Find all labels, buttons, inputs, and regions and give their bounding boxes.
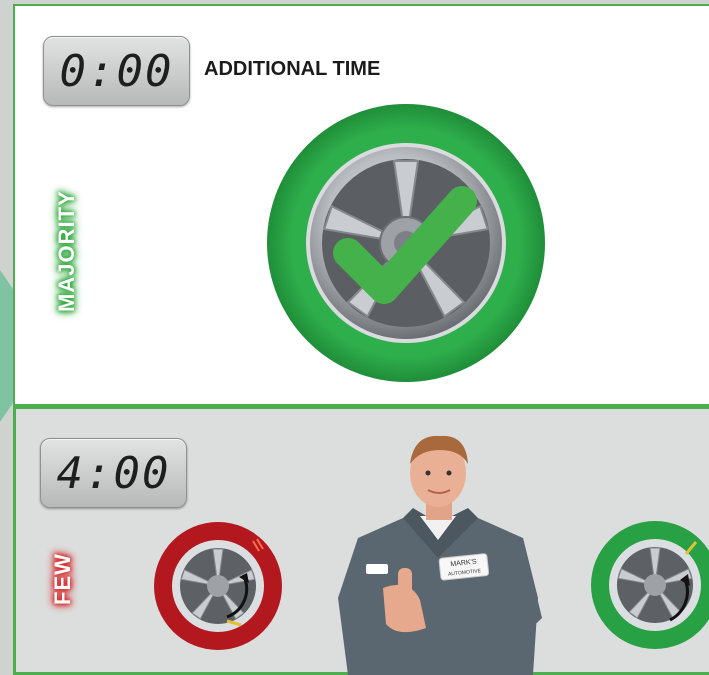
wheel-icon [267,104,545,382]
mechanic-figure: MARK'S AUTOMOTIVE [338,435,542,675]
green-wheel-icon [591,521,709,649]
additional-time-title: ADDITIONAL TIME [204,58,381,80]
majority-timer-display: 0:00 [43,36,190,106]
few-timer-display: 4:00 [40,438,187,508]
majority-timer-value: 0:00 [59,45,174,97]
few-label: FEW [50,553,75,605]
few-timer-value: 4:00 [56,447,171,499]
red-wheel-icon [154,522,282,650]
majority-label: MAJORITY [54,190,79,312]
